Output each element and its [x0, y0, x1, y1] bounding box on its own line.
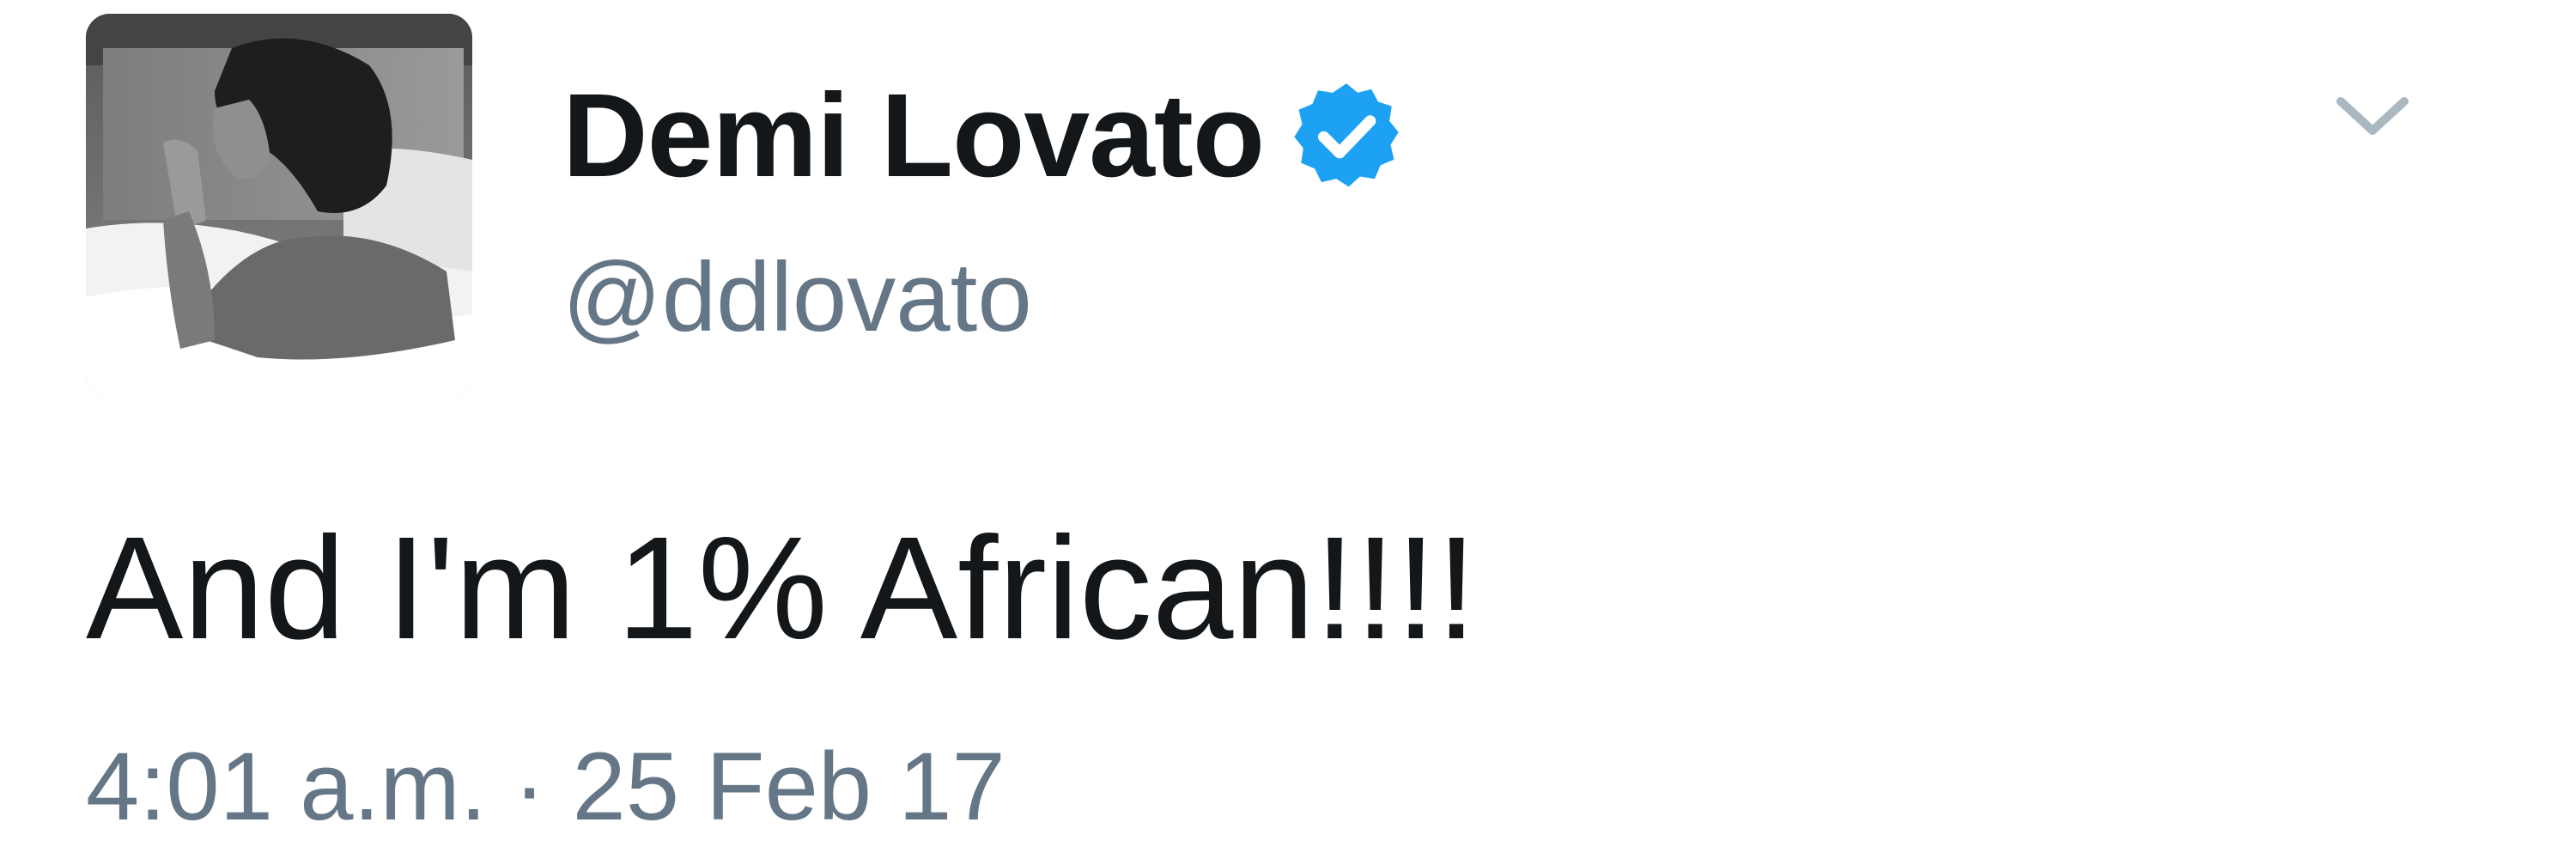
tweet-card: Demi Lovato @ddlovato And I'm 1% African… [0, 0, 2576, 859]
avatar-photo [86, 14, 472, 400]
display-name[interactable]: Demi Lovato [562, 76, 1265, 195]
chevron-down-icon[interactable] [2334, 91, 2411, 143]
tweet-timestamp[interactable]: 4:01 a.m. · 25 Feb 17 [86, 739, 1005, 835]
tweet-text: And I'm 1% African!!!! [86, 507, 1477, 670]
avatar[interactable] [86, 14, 472, 400]
verified-badge-icon [1290, 79, 1403, 192]
user-handle[interactable]: @ddlovato [562, 249, 1032, 347]
name-row: Demi Lovato [562, 67, 1403, 204]
